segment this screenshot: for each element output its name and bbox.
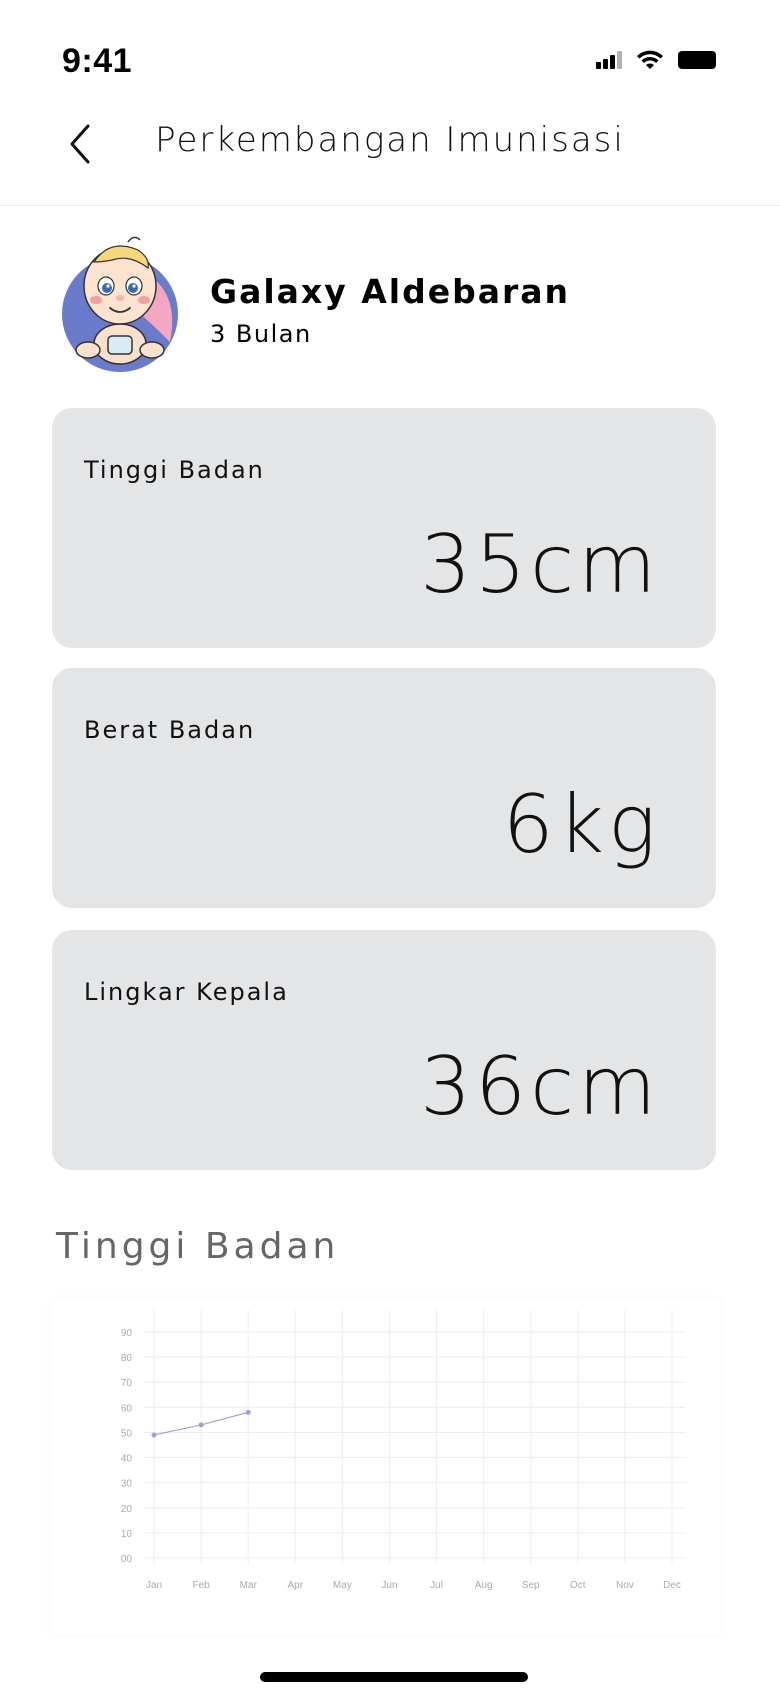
y-tick-label: 20 — [121, 1504, 133, 1515]
y-tick-label: 50 — [121, 1428, 133, 1439]
x-tick-label: Jun — [381, 1580, 397, 1591]
status-icons — [596, 50, 718, 70]
chart-section-title: Tinggi Badan — [56, 1226, 340, 1267]
child-name: Galaxy Aldebaran — [210, 272, 571, 311]
head-circumference-label: Lingkar Kepala — [84, 978, 289, 1006]
y-tick-label: 40 — [121, 1454, 133, 1465]
weight-card: Berat Badan 6kg — [52, 668, 716, 908]
x-tick-label: Aug — [475, 1580, 493, 1591]
data-point — [151, 1432, 157, 1438]
height-chart: 00 10 20 30 40 50 60 70 80 90 Jan Feb Mar Apr May Jun Ju… — [52, 1300, 720, 1634]
nav-header: Perkembangan Imunisasi — [0, 100, 780, 206]
y-tick-label: 80 — [121, 1353, 133, 1364]
battery-icon — [678, 51, 716, 69]
home-indicator[interactable] — [260, 1672, 528, 1682]
x-tick-label: Jan — [146, 1580, 162, 1591]
page-title: Perkembangan Imunisasi — [155, 120, 625, 160]
x-tick-label: Apr — [287, 1580, 303, 1591]
height-line-chart: 00 10 20 30 40 50 60 70 80 90 Jan Feb Mar Apr May Jun Ju… — [121, 1310, 686, 1591]
child-profile: Galaxy Aldebaran 3 Bulan — [60, 232, 720, 372]
x-tick-label: May — [333, 1580, 352, 1591]
x-tick-label: Sep — [522, 1580, 540, 1591]
height-value: 35cm — [420, 518, 660, 611]
y-tick-label: 90 — [121, 1328, 133, 1339]
height-card: Tinggi Badan 35cm — [52, 408, 716, 648]
wifi-icon — [637, 50, 663, 69]
x-tick-label: Feb — [192, 1580, 210, 1591]
data-point — [245, 1409, 251, 1415]
weight-value: 6kg — [502, 778, 660, 871]
y-tick-label: 70 — [121, 1378, 133, 1389]
status-time: 9:41 — [62, 42, 133, 80]
y-tick-label: 60 — [121, 1403, 133, 1414]
cellular-signal-icon — [596, 51, 622, 69]
weight-label: Berat Badan — [84, 716, 256, 744]
y-tick-label: 10 — [121, 1529, 133, 1540]
head-circumference-card: Lingkar Kepala 36cm — [52, 930, 716, 1170]
y-tick-label: 30 — [121, 1479, 133, 1490]
x-tick-label: Jul — [430, 1580, 443, 1591]
head-circumference-value: 36cm — [420, 1040, 660, 1133]
x-tick-label: Oct — [570, 1580, 586, 1591]
x-tick-label: Mar — [240, 1580, 258, 1591]
child-age: 3 Bulan — [210, 320, 312, 348]
x-tick-label: Nov — [616, 1580, 634, 1591]
baby-avatar-icon — [62, 236, 178, 372]
data-point — [198, 1422, 204, 1428]
height-label: Tinggi Badan — [84, 456, 265, 484]
x-tick-label: Dec — [663, 1580, 681, 1591]
y-tick-label: 00 — [121, 1554, 133, 1565]
